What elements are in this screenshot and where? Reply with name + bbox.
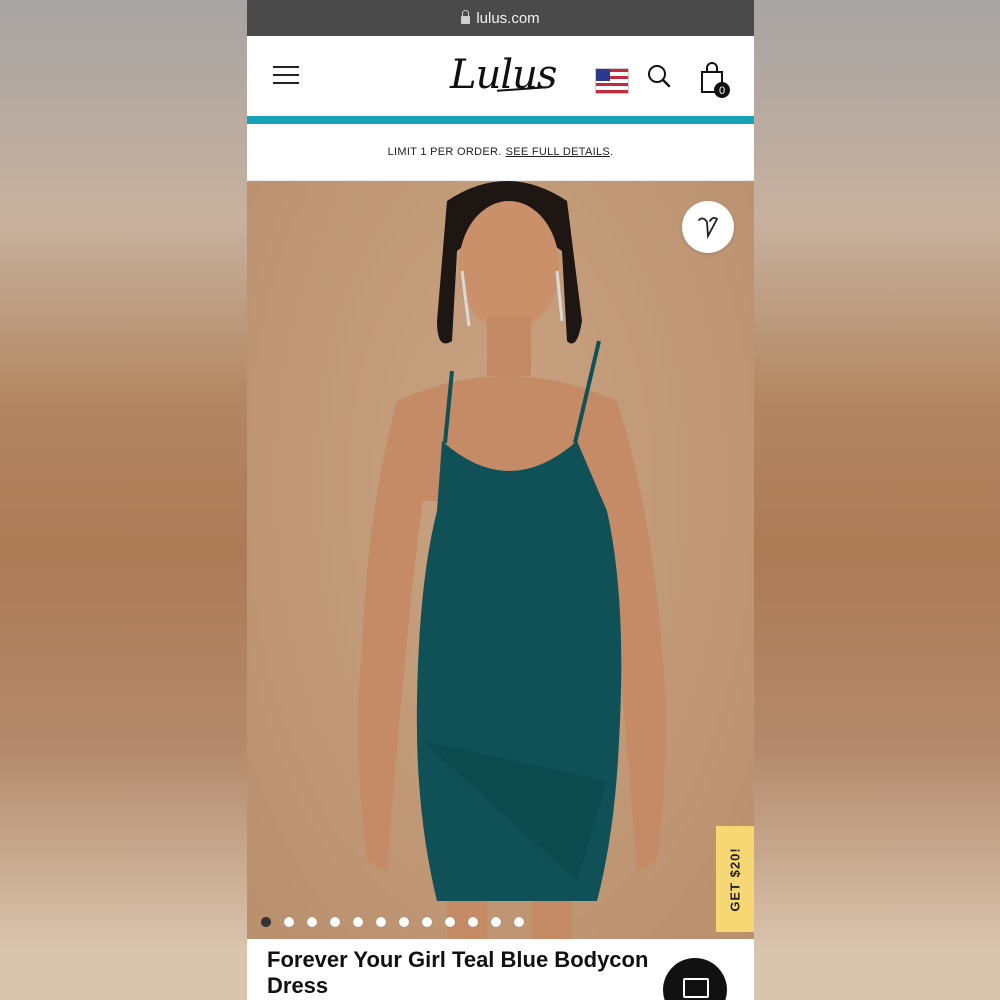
lock-icon — [461, 9, 471, 24]
get-20-promo-tab[interactable]: GET $20! — [716, 826, 754, 932]
site-header: Lulus 0 — [247, 36, 754, 116]
carousel-indicators — [261, 917, 524, 927]
product-photo — [358, 181, 666, 939]
carousel-dot[interactable] — [468, 917, 478, 927]
search-icon[interactable] — [647, 64, 671, 88]
shopping-bag-icon[interactable]: 0 — [699, 62, 735, 98]
us-flag-icon[interactable] — [595, 68, 629, 94]
product-title: Forever Your Girl Teal Blue Bodycon Dres… — [267, 947, 649, 998]
menu-icon[interactable] — [273, 66, 299, 86]
carousel-dot[interactable] — [330, 917, 340, 927]
accent-bar — [247, 116, 754, 124]
carousel-dot[interactable] — [353, 917, 363, 927]
carousel-dot[interactable] — [422, 917, 432, 927]
carousel-dot[interactable] — [445, 917, 455, 927]
background-right — [754, 0, 1000, 1000]
browser-url-bar[interactable]: lulus.com — [247, 0, 754, 36]
carousel-dot[interactable] — [261, 917, 271, 927]
heart-icon — [698, 216, 719, 240]
carousel-dot[interactable] — [399, 917, 409, 927]
carousel-dot[interactable] — [376, 917, 386, 927]
phone-screen: lulus.com Lulus 0 LIMIT 1 PER ORDER. SEE… — [247, 0, 754, 1000]
promo-text: LIMIT 1 PER ORDER. — [387, 146, 502, 158]
cart-count-badge: 0 — [719, 85, 725, 97]
favorite-button[interactable] — [682, 201, 734, 253]
carousel-dot[interactable] — [307, 917, 317, 927]
url-text: lulus.com — [476, 9, 540, 27]
carousel-dot[interactable] — [284, 917, 294, 927]
carousel-dot[interactable] — [491, 917, 501, 927]
carousel-dot[interactable] — [514, 917, 524, 927]
get-20-label: GET $20! — [727, 846, 743, 912]
chat-icon — [683, 978, 709, 998]
see-full-details-link[interactable]: SEE FULL DETAILS — [506, 146, 610, 158]
promo-banner: LIMIT 1 PER ORDER. SEE FULL DETAILS. — [247, 124, 754, 181]
product-image-carousel[interactable]: GET $20! — [247, 181, 754, 939]
background-left — [0, 0, 247, 1000]
promo-suffix: . — [610, 146, 614, 158]
